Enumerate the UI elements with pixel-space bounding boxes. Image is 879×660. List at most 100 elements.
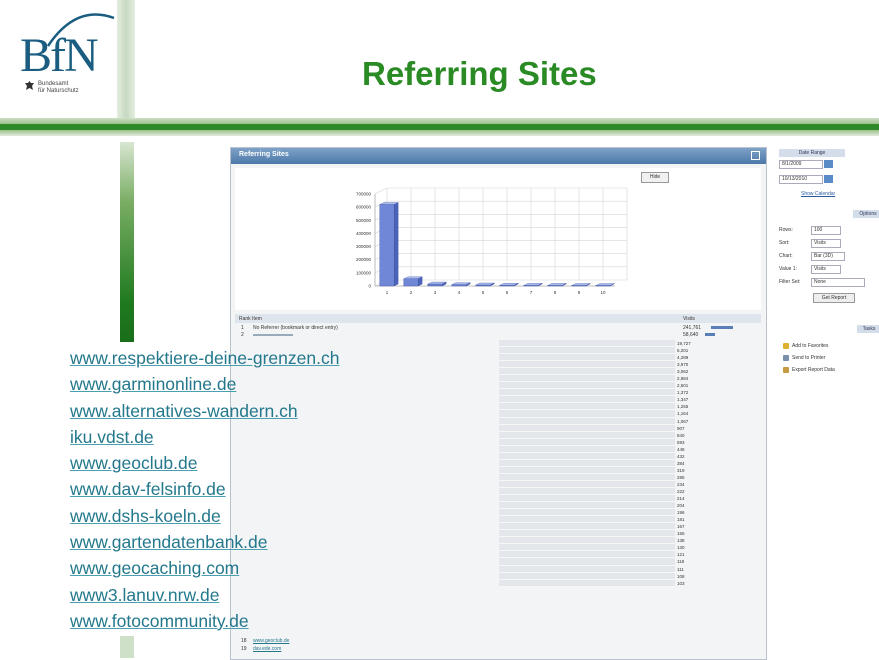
visits-value: 204 [677,502,757,509]
date-range-header: Date Range [779,149,845,157]
sort-select[interactable]: Visits [811,239,841,248]
table-row-stripe [499,375,675,382]
row-rank: 2 [241,332,244,338]
table-row-stripe [499,573,675,580]
visits-value: 138 [677,537,757,544]
table-row-stripe [499,354,675,361]
end-date-field[interactable]: 10/13/2010 [779,175,823,184]
logo-wordmark: BfN [20,28,97,83]
table-row: 1 No Referrer (bookmark or direct entry)… [235,324,761,331]
x-tick-label: 3 [434,290,437,295]
table-row-stripe [499,446,675,453]
rows-label: Rows: [779,227,793,233]
visits-value: 214 [677,495,757,502]
visits-column: 19,7275,2014,2893,9703,0622,9842,5011,37… [677,340,757,587]
header-visits: Visits [683,316,695,322]
referring-site-link[interactable]: www.geoclub.de [70,450,339,476]
popout-icon[interactable] [751,151,760,160]
x-tick-label: 1 [386,290,389,295]
value1-select[interactable]: Visits [811,265,841,274]
green-vertical-bar-top [117,0,135,120]
table-row-stripe [499,425,675,432]
chart-area: Hide 70000060000050000040000030000020000… [235,168,761,310]
export-report-link[interactable]: Export Report Data [783,367,835,373]
export-icon [783,367,789,373]
visits-value: 907 [677,425,757,432]
table-row-stripe [499,368,675,375]
send-to-printer-link[interactable]: Send to Printer [783,355,825,361]
referring-site-link[interactable]: www.geocaching.com [70,555,339,581]
table-row-stripe [499,347,675,354]
show-calendar-link[interactable]: Show Calendar [801,191,835,197]
referring-site-link[interactable]: www.garminonline.de [70,371,339,397]
chart-type-select[interactable]: Bar (3D) [811,252,845,261]
add-to-favorites-link[interactable]: Add to Favorites [783,343,828,349]
tasks-tab[interactable]: Tasks [857,325,879,333]
start-date-field[interactable]: 8/1/2009 [779,160,823,169]
referring-site-link[interactable]: www.dshs-koeln.de [70,503,339,529]
table-row-stripe [499,439,675,446]
bar [452,285,466,286]
visits-value: 130 [677,544,757,551]
y-tick-label: 100000 [356,270,372,275]
referring-site-link[interactable]: www.respektiere-deine-grenzen.ch [70,345,339,371]
row-rank: 19 [241,646,247,652]
row-bar [711,326,733,329]
table-body-stripes [499,340,675,587]
visits-value: 1,347 [677,396,757,403]
row-name[interactable]: www.geoclub.de [253,638,289,644]
filter-label: Filter Set: [779,279,800,285]
rows-select[interactable]: 100 [811,226,841,235]
table-header: Rank Item Visits [235,314,761,323]
table-row-stripe [499,460,675,467]
referring-site-link[interactable]: www3.lanuv.nrw.de [70,582,339,608]
header-rank-item: Rank Item [239,316,262,322]
star-icon [783,343,789,349]
referring-site-link[interactable]: www.gartendatenbank.de [70,529,339,555]
green-vertical-bar [120,142,134,342]
referring-site-link[interactable]: iku.vdst.de [70,424,339,450]
y-tick-label: 200000 [356,257,372,262]
table-row-stripe [499,502,675,509]
table-row: 2 58,640 [235,331,761,338]
bar [428,284,442,286]
referring-site-link[interactable]: www.fotocommunity.de [70,608,339,634]
visits-value: 432 [677,453,757,460]
y-tick-label: 400000 [356,231,372,236]
x-tick-label: 6 [506,290,509,295]
visits-value: 1,164 [677,410,757,417]
table-row-stripe [499,467,675,474]
table-row-stripe [499,340,675,347]
visits-value: 593 [677,439,757,446]
table-row-stripe [499,389,675,396]
visits-value: 111 [677,566,757,573]
table-row-stripe [499,551,675,558]
referring-site-link[interactable]: www.alternatives-wandern.ch [70,398,339,424]
x-tick-label: 10 [600,290,606,295]
visits-value: 1,067 [677,418,757,425]
row-visits: 58,640 [683,332,698,338]
row-name[interactable]: dav.ede.com [253,646,281,652]
table-row-stripe [499,453,675,460]
table-row-stripe [499,544,675,551]
visits-value: 5,201 [677,347,757,354]
table-row-stripe [499,523,675,530]
get-report-button[interactable]: Get Report [813,293,855,303]
visits-value: 1,372 [677,389,757,396]
options-tab[interactable]: Options [853,210,879,218]
table-row-stripe [499,418,675,425]
table-row-stripe [499,382,675,389]
bar [380,205,394,286]
table-row-stripe [499,516,675,523]
filter-select[interactable]: None [811,278,865,287]
referring-site-link[interactable]: www.dav-felsinfo.de [70,476,339,502]
green-vertical-bar-bottom [120,636,134,658]
visits-value: 103 [677,580,757,587]
visits-value: 319 [677,467,757,474]
calendar-icon[interactable] [824,160,833,168]
calendar-icon[interactable] [824,175,833,183]
visits-value: 3,970 [677,361,757,368]
row-name-placeholder[interactable] [253,334,293,336]
visits-value: 2,501 [677,382,757,389]
table-row-stripe [499,558,675,565]
